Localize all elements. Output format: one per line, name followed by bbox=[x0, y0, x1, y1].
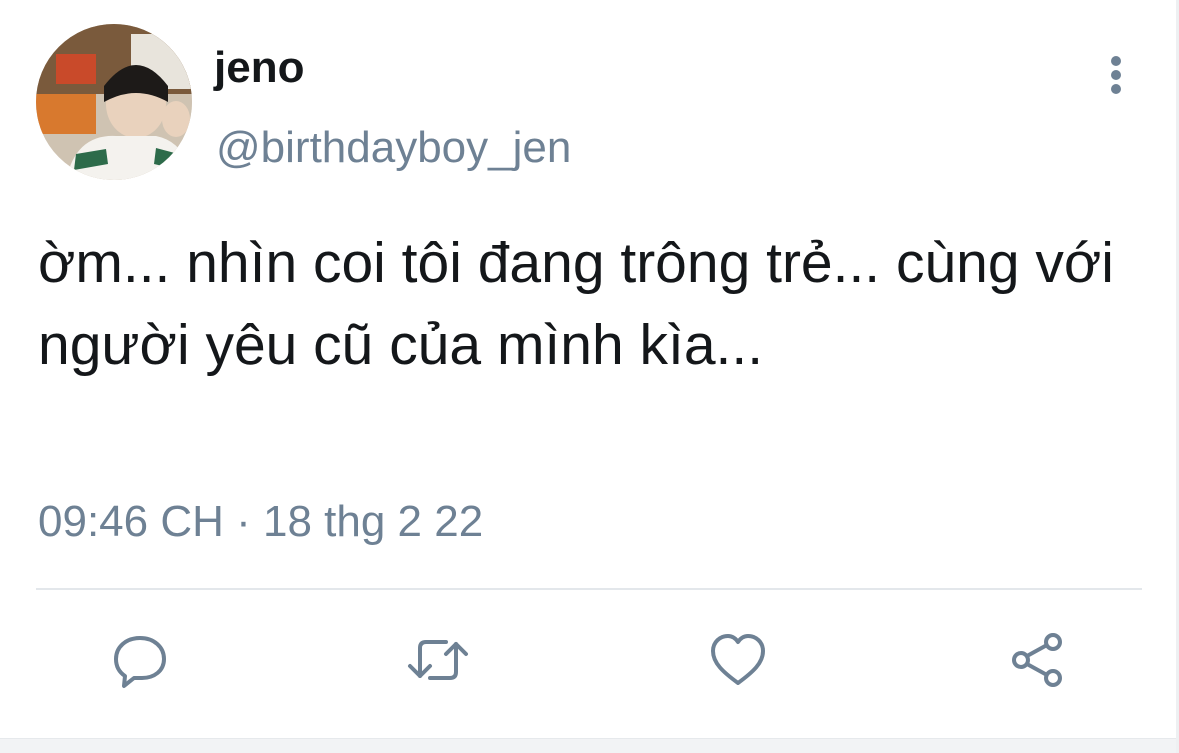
tweet-text: ờm... nhìn coi tôi đang trông trẻ... cùn… bbox=[38, 231, 1114, 377]
display-name[interactable]: jeno bbox=[214, 42, 304, 94]
retweet-icon bbox=[408, 640, 468, 680]
more-vertical-icon bbox=[1111, 56, 1121, 94]
avatar[interactable] bbox=[36, 24, 192, 180]
user-handle[interactable]: @birthdayboy_jen bbox=[216, 122, 571, 174]
retweet-button[interactable] bbox=[406, 628, 470, 692]
tweet-card: jeno @birthdayboy_jen ờm... nhìn coi tôi… bbox=[0, 0, 1179, 753]
avatar-photo bbox=[36, 24, 192, 180]
bottom-strip bbox=[0, 738, 1179, 753]
share-icon bbox=[1012, 633, 1062, 687]
heart-icon bbox=[711, 634, 765, 685]
tweet-timestamp[interactable]: 09:46 CH · 18 thg 2 22 bbox=[38, 496, 483, 548]
like-button[interactable] bbox=[706, 628, 770, 692]
divider bbox=[36, 588, 1142, 590]
share-button[interactable] bbox=[1006, 628, 1070, 692]
more-options-button[interactable] bbox=[1096, 52, 1136, 98]
reply-icon bbox=[114, 636, 166, 688]
reply-button[interactable] bbox=[108, 628, 172, 692]
